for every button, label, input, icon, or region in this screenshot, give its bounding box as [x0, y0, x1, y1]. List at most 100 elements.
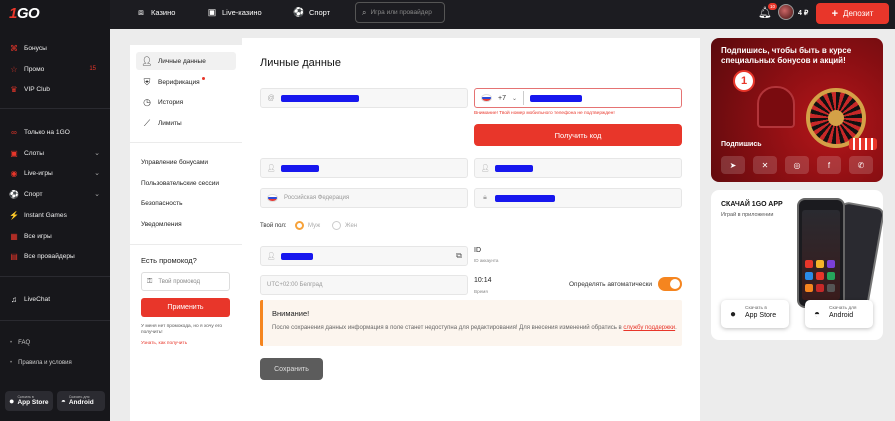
shield-icon: ⛨: [143, 76, 151, 87]
search-input[interactable]: ⌕ Игра или провайдер: [355, 2, 445, 23]
sidebar-item-vip[interactable]: ♛ VIP Club: [10, 82, 104, 96]
x-icon[interactable]: ✕: [753, 156, 777, 174]
star-icon: ☆: [10, 64, 18, 74]
sidebar-item-rules[interactable]: • Правила и условия: [10, 356, 104, 370]
promo-note: У меня нет промокода, но я хочу его полу…: [141, 324, 223, 336]
birthdate-field[interactable]: 🔒︎: [474, 188, 682, 208]
divider: [130, 142, 242, 143]
country-field[interactable]: Российская Федерация: [260, 188, 468, 208]
support-link[interactable]: службу поддержки: [623, 325, 675, 331]
top-bar: ⧈ Казино ▣ Live-казино ⚽ Спорт ⌕ Игра или пр…: [110, 0, 895, 29]
divider: [0, 276, 110, 277]
apple-icon: ●: [729, 308, 737, 320]
chevron-down-icon: ⌄: [94, 170, 100, 177]
android-download-button[interactable]: ◓ Скачать для Android: [805, 300, 873, 328]
menu-history[interactable]: ◷ История: [136, 93, 236, 111]
sidebar-item-bonuses[interactable]: ⌘ Бонусы: [10, 41, 104, 55]
attention-text: После сохранения данных информация в пол…: [272, 325, 677, 331]
nav-casino[interactable]: ⧈ Казино: [136, 7, 175, 17]
first-name-field[interactable]: 👤︎: [260, 158, 468, 178]
copy-icon[interactable]: ⧉: [454, 251, 464, 261]
divider: [130, 244, 242, 245]
app-store-download-button[interactable]: ● Скачать в App Store: [721, 300, 789, 328]
menu-limits[interactable]: ⟋ Лимиты: [136, 114, 236, 132]
menu-verification[interactable]: ⛨ Верификация: [136, 73, 236, 91]
ruler-icon: ⟋: [143, 117, 151, 128]
timezone-select[interactable]: UTC+02:00 Белград: [260, 275, 468, 295]
gender-female-radio[interactable]: Жен: [332, 221, 357, 230]
promo-title: Есть промокод?: [141, 256, 197, 265]
gift-icon: ⌘: [10, 43, 18, 53]
apply-promo-button[interactable]: Применить: [141, 298, 230, 317]
deposit-button[interactable]: + Депозит: [816, 3, 889, 24]
menu-personal-data[interactable]: 👤︎ Личные данные: [136, 52, 236, 70]
android-icon: ◓: [813, 308, 821, 320]
user-icon: 👤︎: [266, 165, 276, 172]
search-icon: ⌕: [362, 7, 367, 17]
link-user-sessions[interactable]: Пользовательские сессии: [141, 180, 219, 187]
notification-badge: 10: [768, 3, 777, 10]
last-name-field[interactable]: 👤︎: [474, 158, 682, 178]
alert-dot: [201, 76, 205, 80]
bullet-icon: •: [10, 340, 13, 346]
sidebar-item-live-games[interactable]: ◉ Live-игры ⌄: [10, 166, 104, 180]
chips-graphic: [849, 138, 877, 150]
at-icon: @: [267, 94, 275, 102]
auto-detect-label: Определять автоматически: [569, 281, 653, 288]
redacted-value: [530, 94, 583, 102]
grid-icon: ▦: [10, 231, 18, 241]
gender-male-radio[interactable]: Муж: [295, 221, 320, 230]
sidebar-item-all-providers[interactable]: ▤ Все провайдеры: [10, 249, 104, 263]
sidebar-item-livechat[interactable]: ♫ LiveChat: [10, 292, 104, 306]
sidebar-item-faq[interactable]: • FAQ: [10, 336, 104, 350]
promo-count: 15: [89, 66, 96, 72]
sidebar-item-only-1go[interactable]: ∞ Только на 1GO: [10, 125, 104, 139]
android-button[interactable]: ◓ Скачать для Android: [57, 391, 105, 411]
promo-code-input[interactable]: ⚿ Твой промокод: [141, 272, 230, 291]
coupon-icon: ⚿: [147, 277, 153, 285]
slots-icon: ▣: [10, 148, 18, 158]
auto-detect-toggle[interactable]: [658, 277, 682, 291]
subscribe-banner[interactable]: Подпишись, чтобы быть в курсе специальны…: [711, 38, 883, 182]
balance[interactable]: 4 ₽: [798, 9, 808, 17]
sidebar-item-promo[interactable]: ☆ Промо 15: [10, 62, 104, 76]
chevron-down-icon: ⌄: [94, 191, 100, 198]
nav-sport[interactable]: ⚽ Спорт: [293, 7, 330, 17]
sidebar-item-instant-games[interactable]: ⚡ Instant Games: [9, 208, 104, 222]
bell-graphic: [757, 86, 795, 128]
attention-title: Внимание!: [272, 309, 310, 318]
promo-how-link[interactable]: Узнать, как получить: [141, 341, 187, 346]
email-field[interactable]: @: [260, 88, 468, 108]
sidebar-item-all-games[interactable]: ▦ Все игры: [10, 229, 104, 243]
whatsapp-icon[interactable]: ✆: [849, 156, 873, 174]
facebook-icon[interactable]: f: [817, 156, 841, 174]
phone-warning: Внимание! Твой номер мобильного телефона…: [474, 111, 615, 116]
lock-icon: 🔒︎: [483, 194, 487, 201]
logo[interactable]: 1GO: [9, 5, 40, 22]
time-sublabel: Время: [474, 289, 488, 294]
app-store-button[interactable]: ● Скачать в App Store: [5, 391, 53, 411]
avatar[interactable]: [778, 4, 794, 20]
chevron-down-icon: ⌄: [94, 150, 100, 157]
personal-data-panel: Личные данные @ +7 ⌄ Внимание! Твой номер…: [242, 38, 700, 421]
redacted-value: [281, 164, 319, 172]
profile-menu: 👤︎ Личные данные ⛨ Верификация ◷ История ⟋ Л…: [130, 45, 242, 421]
nav-live-casino[interactable]: ▣ Live-казино: [207, 7, 262, 17]
app-title: СКАЧАЙ 1GO APP: [721, 201, 783, 208]
time-value: 10:14: [474, 277, 492, 284]
telegram-icon[interactable]: ➤: [721, 156, 745, 174]
instagram-icon[interactable]: ◎: [785, 156, 809, 174]
link-notifications[interactable]: Уведомления: [141, 221, 182, 228]
infinity-icon: ∞: [11, 127, 17, 137]
user-icon: 👤︎: [141, 55, 153, 66]
live-games-icon: ◉: [10, 168, 18, 178]
sidebar-item-slots[interactable]: ▣ Слоты ⌄: [10, 146, 104, 160]
account-id-field: 👤︎: [260, 246, 468, 266]
get-code-button[interactable]: Получить код: [474, 124, 682, 146]
phone-field[interactable]: +7 ⌄: [474, 88, 682, 108]
link-security[interactable]: Безопасность: [141, 200, 182, 207]
save-button[interactable]: Сохранить: [260, 358, 323, 380]
link-bonus-management[interactable]: Управление бонусами: [141, 159, 208, 166]
sidebar-item-sport[interactable]: ⚽ Спорт ⌄: [9, 187, 104, 201]
user-icon: 👤︎: [266, 253, 276, 260]
